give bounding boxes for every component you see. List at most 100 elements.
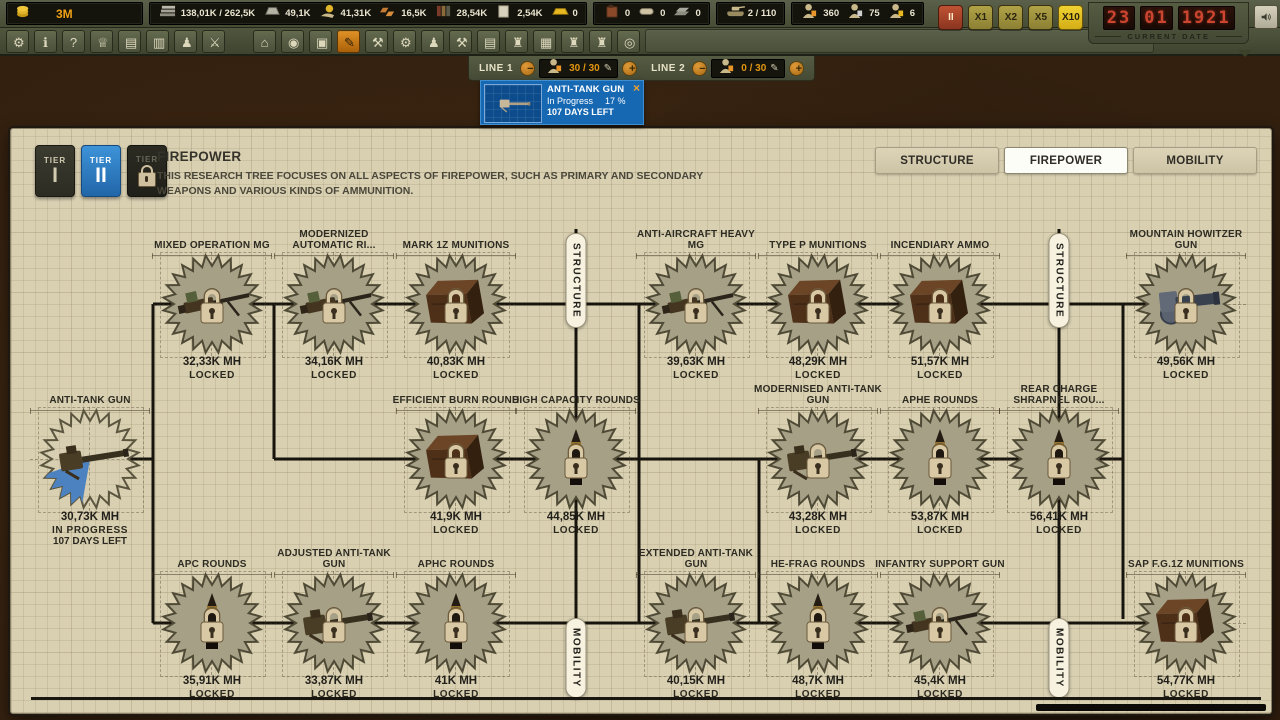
blueprint-thumbnail <box>484 84 542 123</box>
books-icon <box>434 3 454 24</box>
gear-icon <box>644 571 748 675</box>
active-research-card[interactable]: ANTI-TANK GUN In Progress 17 % 107 DAYS … <box>480 80 644 125</box>
toolbar-workshop-button[interactable]: ⚒ <box>365 30 388 53</box>
research-node[interactable]: APHE ROUNDS53,87K MHLOCKED <box>874 377 1006 551</box>
resource-value: 28,54K <box>457 8 488 19</box>
remove-worker-button[interactable]: − <box>692 61 707 76</box>
speed-x10-button[interactable]: X10 <box>1058 5 1083 30</box>
research-node[interactable]: HIGH CAPACITY ROUNDS44,85K MHLOCKED <box>510 377 642 551</box>
toolbar-factory-button[interactable]: ⌂ <box>253 30 276 53</box>
toolbar-warehouse-button[interactable]: ▦ <box>533 30 556 53</box>
toolbar-contracts-button[interactable]: ▣ <box>309 30 332 53</box>
research-node[interactable]: EXTENDED ANTI-TANK GUN40,15K MHLOCKED <box>630 541 762 714</box>
research-node[interactable]: ANTI-AIRCRAFT HEAVY MG39,63K MHLOCKED <box>630 222 762 396</box>
paper-icon <box>494 3 514 24</box>
date-year: 1921 <box>1178 6 1235 30</box>
node-days-left: 107 DAYS LEFT <box>24 536 156 547</box>
gear-icon <box>404 252 508 356</box>
toolbar-repairs-button[interactable]: ⚙ <box>393 30 416 53</box>
remove-worker-button[interactable]: − <box>520 61 535 76</box>
toolbar-materials-button[interactable]: ▤ <box>477 30 500 53</box>
lock-icon <box>1175 608 1197 642</box>
research-node[interactable]: MODERNIZED AUTOMATIC RI...34,16K MHLOCKE… <box>268 222 400 396</box>
military-icon: ⚔ <box>209 35 221 50</box>
research-node[interactable]: MOUNTAIN HOWITZER GUN49,56K MHLOCKED <box>1120 222 1252 396</box>
research-node[interactable]: EFFICIENT BURN ROUND41,9K MHLOCKED <box>390 377 522 551</box>
date-panel-collapse-chevron[interactable] <box>1238 50 1252 57</box>
edit-line-icon[interactable]: ✎ <box>604 61 612 76</box>
guide-label-mobility: MOBILITY <box>1049 618 1070 698</box>
construction-icon: ⚒ <box>456 35 468 50</box>
toolbar-help-button[interactable]: ? <box>62 30 85 53</box>
node-title: REAR CHARGE SHRAPNEL ROU... <box>993 377 1125 407</box>
resource-value: 2,54K <box>517 8 542 19</box>
research-node[interactable]: APC ROUNDS35,91K MHLOCKED <box>146 541 278 714</box>
lock-icon <box>201 289 223 323</box>
date-day: 23 <box>1103 6 1135 30</box>
staff-icon: ♟ <box>428 35 440 50</box>
research-node[interactable]: MIXED OPERATION MG32,33K MHLOCKED <box>146 222 278 396</box>
edit-line-icon[interactable]: ✎ <box>770 61 778 76</box>
node-status: LOCKED <box>993 525 1125 536</box>
resource-value: 0 <box>573 8 578 19</box>
toolbar-construction-button[interactable]: ⚒ <box>449 30 472 53</box>
toolbar-tank-combat-button[interactable]: ♜ <box>589 30 612 53</box>
resource-item: 360 <box>800 3 839 24</box>
resource-item: 16,5K <box>378 3 426 24</box>
speed-x2-button[interactable]: X2 <box>998 5 1023 30</box>
toolbar-tank-depot-button[interactable]: ♜ <box>561 30 584 53</box>
add-worker-button[interactable]: + <box>789 61 804 76</box>
toolbar-info-button[interactable]: ℹ <box>34 30 57 53</box>
toolbar-tank-production-button[interactable]: ♜ <box>505 30 528 53</box>
toolbar-newspaper-button[interactable]: ▤ <box>118 30 141 53</box>
research-node[interactable]: HE-FRAG ROUNDS48,7K MHLOCKED <box>752 541 884 714</box>
research-node[interactable]: INFANTRY SUPPORT GUN45,4K MHLOCKED <box>874 541 1006 714</box>
toolbar-staff-button[interactable]: ♟ <box>421 30 444 53</box>
node-title: MODERNIZED AUTOMATIC RI... <box>268 222 400 252</box>
research-tree: STRUCTURESTRUCTUREMOBILITYMOBILITYMIXED … <box>11 129 1271 713</box>
speed-x5-button[interactable]: X5 <box>1028 5 1053 30</box>
announcements-button[interactable] <box>1254 5 1278 29</box>
guide-label-mobility: MOBILITY <box>566 618 587 698</box>
speed-x1-button[interactable]: X1 <box>968 5 993 30</box>
production-line: LINE 2−0 / 30✎+ <box>651 59 804 78</box>
add-worker-button[interactable]: + <box>622 61 637 76</box>
research-node[interactable]: ANTI-TANK GUN30,73K MHIN PROGRESS107 DAY… <box>24 377 156 551</box>
worker-icon <box>800 3 820 24</box>
lock-icon <box>1175 289 1197 323</box>
research-node[interactable]: MARK 1Z MUNITIONS40,83K MHLOCKED <box>390 222 522 396</box>
toolbar-settings-button[interactable]: ⚙ <box>6 30 29 53</box>
lock-icon <box>807 444 829 478</box>
lock-icon <box>685 608 707 642</box>
research-node[interactable]: REAR CHARGE SHRAPNEL ROU...56,41K MHLOCK… <box>993 377 1125 551</box>
research-node[interactable]: MODERNISED ANTI-TANK GUN43,28K MHLOCKED <box>752 377 884 551</box>
node-cost: 45,4K MH <box>874 675 1006 687</box>
toolbar-research-button[interactable]: ✎ <box>337 30 360 53</box>
toolbar-achievements-button[interactable]: ♕ <box>90 30 113 53</box>
lock-icon <box>929 444 951 478</box>
node-title: MODERNISED ANTI-TANK GUN <box>752 377 884 407</box>
research-node[interactable]: APHC ROUNDS41K MHLOCKED <box>390 541 522 714</box>
personnel-box: 360756 <box>791 2 924 25</box>
close-icon[interactable]: × <box>633 81 640 95</box>
line-staff-value: 0 / 30 <box>741 63 766 74</box>
toolbar-tank-targets-button[interactable]: ◎ <box>617 30 640 53</box>
hand-coins-icon <box>318 3 338 24</box>
research-node[interactable]: INCENDIARY AMMO51,57K MHLOCKED <box>874 222 1006 396</box>
tank-count-box: 2 / 110 <box>716 2 786 25</box>
resources-main-box: 138,01K / 262,5K49,1K41,31K16,5K28,54K2,… <box>149 2 587 25</box>
node-cost: 54,77K MH <box>1120 675 1252 687</box>
research-node[interactable]: TYPE P MUNITIONS48,29K MHLOCKED <box>752 222 884 396</box>
research-node[interactable]: ADJUSTED ANTI-TANK GUN33,87K MHLOCKED <box>268 541 400 714</box>
node-cost: 32,33K MH <box>146 356 278 368</box>
pause-button[interactable]: II <box>938 5 963 30</box>
research-node[interactable]: SAP F.G.1Z MUNITIONS54,77K MHLOCKED <box>1120 541 1252 714</box>
toolbar-intel-button[interactable]: ♟ <box>174 30 197 53</box>
resource-item: 138,01K / 262,5K <box>158 3 255 24</box>
toolbar-world-market-button[interactable]: ◉ <box>281 30 304 53</box>
horizontal-scrollbar-thumb[interactable] <box>1036 704 1266 711</box>
node-cost: 41,9K MH <box>390 511 522 523</box>
node-status: LOCKED <box>390 525 522 536</box>
toolbar-military-button[interactable]: ⚔ <box>202 30 225 53</box>
toolbar-reports-button[interactable]: ▥ <box>146 30 169 53</box>
